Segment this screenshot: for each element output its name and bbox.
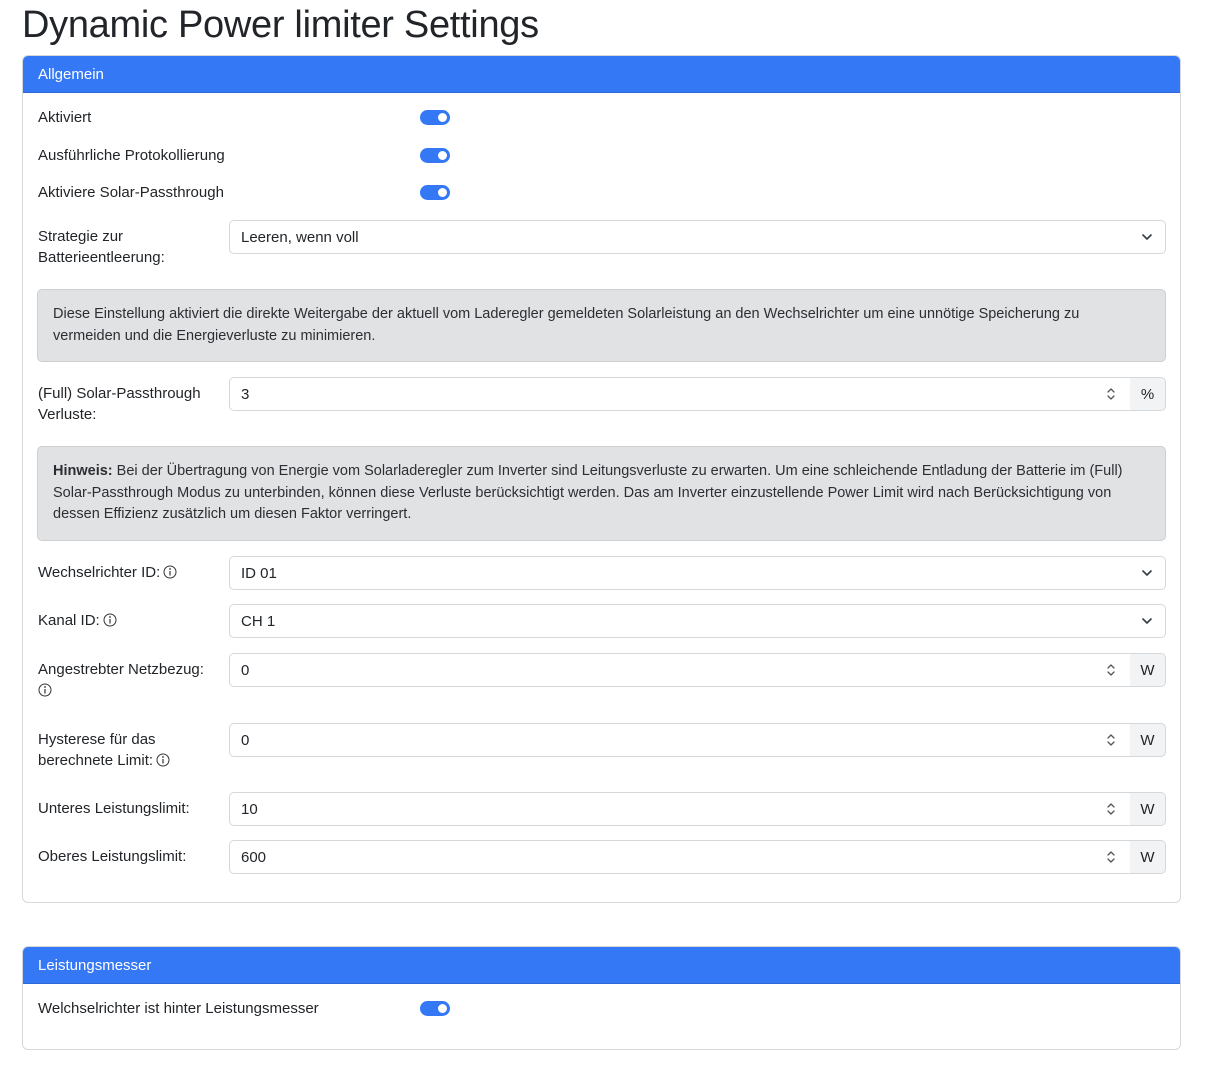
hysteresis-input[interactable]: 0: [229, 723, 1131, 757]
inverter-id-label-text: Wechselrichter ID:: [38, 564, 161, 581]
hysteresis-label: Hysterese für das berechnete Limit:: [38, 729, 170, 771]
strategy-select-value: Leeren, wenn voll: [241, 228, 359, 246]
info-circle-icon[interactable]: [38, 683, 52, 697]
strategy-label-line-1: Strategie zur: [38, 228, 124, 245]
inverter-id-value: ID 01: [241, 564, 277, 582]
spin-updown-icon[interactable]: [1106, 732, 1116, 748]
enabled-label: Aktiviert: [38, 109, 92, 126]
upper-limit-unit: W: [1130, 840, 1166, 874]
power-meter-card-header: Leistungsmesser: [23, 947, 1180, 984]
inverter-behind-meter-label: Welchselrichter ist hinter Leistungsmess…: [38, 1000, 319, 1017]
inverter-id-select[interactable]: ID 01: [229, 556, 1166, 590]
channel-id-value: CH 1: [241, 612, 276, 630]
channel-id-label-text: Kanal ID:: [38, 612, 100, 629]
passthrough-losses-label-line-2: Verluste:: [38, 406, 97, 423]
upper-limit-input[interactable]: 600: [229, 840, 1131, 874]
chevron-down-icon: [1142, 618, 1152, 624]
channel-id-select[interactable]: CH 1: [229, 604, 1166, 638]
passthrough-losses-unit: %: [1130, 377, 1166, 411]
target-grid-unit: W: [1130, 653, 1166, 687]
passthrough-losses-label-line-1: (Full) Solar-Passthrough: [38, 385, 201, 402]
general-card-header: Allgemein: [23, 56, 1180, 93]
page-title: Dynamic Power limiter Settings: [22, 4, 539, 46]
inverter-behind-meter-toggle[interactable]: [420, 1001, 450, 1016]
lower-limit-unit: W: [1130, 792, 1166, 826]
spin-updown-icon[interactable]: [1106, 849, 1116, 865]
spin-updown-icon[interactable]: [1106, 801, 1116, 817]
passthrough-info-box: Diese Einstellung aktiviert die direkte …: [37, 289, 1166, 362]
lower-limit-label: Unteres Leistungslimit:: [38, 800, 190, 817]
target-grid-input[interactable]: 0: [229, 653, 1131, 687]
verbose-logging-toggle[interactable]: [420, 148, 450, 163]
spin-updown-icon[interactable]: [1106, 662, 1116, 678]
verbose-logging-label: Ausführliche Protokollierung: [38, 147, 225, 164]
power-meter-card: Leistungsmesser Welchselrichter ist hint…: [22, 946, 1181, 1050]
inverter-id-label: Wechselrichter ID:: [38, 562, 177, 583]
hint-bold: Hinweis:: [53, 463, 113, 479]
hysteresis-value: 0: [241, 731, 250, 749]
info-circle-icon[interactable]: [163, 565, 177, 579]
target-grid-label: Angestrebter Netzbezug:: [38, 659, 204, 701]
strategy-label: Strategie zur Batterieentleerung:: [38, 226, 165, 268]
strategy-select[interactable]: Leeren, wenn voll: [229, 220, 1166, 254]
upper-limit-label: Oberes Leistungslimit:: [38, 848, 187, 865]
target-grid-label-text: Angestrebter Netzbezug:: [38, 661, 204, 678]
lower-limit-input[interactable]: 10: [229, 792, 1131, 826]
hysteresis-unit: W: [1130, 723, 1166, 757]
upper-limit-value: 600: [241, 848, 267, 866]
passthrough-losses-value: 3: [241, 385, 250, 403]
lower-limit-value: 10: [241, 800, 258, 818]
hint-text: Bei der Übertragung von Energie vom Sola…: [53, 463, 1123, 522]
hysteresis-label-line-1: Hysterese für das: [38, 731, 156, 748]
info-circle-icon[interactable]: [103, 613, 117, 627]
hysteresis-label-line-2: berechnete Limit:: [38, 752, 154, 769]
chevron-down-icon: [1142, 234, 1152, 240]
channel-id-label: Kanal ID:: [38, 610, 117, 631]
info-circle-icon[interactable]: [156, 753, 170, 767]
hint-box: Hinweis: Bei der Übertragung von Energie…: [37, 446, 1166, 541]
general-card: Allgemein Aktiviert Ausführliche Protoko…: [22, 55, 1181, 903]
solar-passthrough-toggle[interactable]: [420, 185, 450, 200]
passthrough-losses-input[interactable]: 3: [229, 377, 1131, 411]
enabled-toggle[interactable]: [420, 110, 450, 125]
passthrough-losses-label: (Full) Solar-Passthrough Verluste:: [38, 383, 201, 425]
passthrough-info-text: Diese Einstellung aktiviert die direkte …: [53, 306, 1080, 344]
spin-updown-icon[interactable]: [1106, 386, 1116, 402]
power-meter-header-title: Leistungsmesser: [38, 956, 152, 974]
solar-passthrough-label: Aktiviere Solar-Passthrough: [38, 184, 224, 201]
target-grid-value: 0: [241, 661, 250, 679]
chevron-down-icon: [1142, 570, 1152, 576]
general-header-title: Allgemein: [38, 65, 104, 83]
strategy-label-line-2: Batterieentleerung:: [38, 249, 165, 266]
